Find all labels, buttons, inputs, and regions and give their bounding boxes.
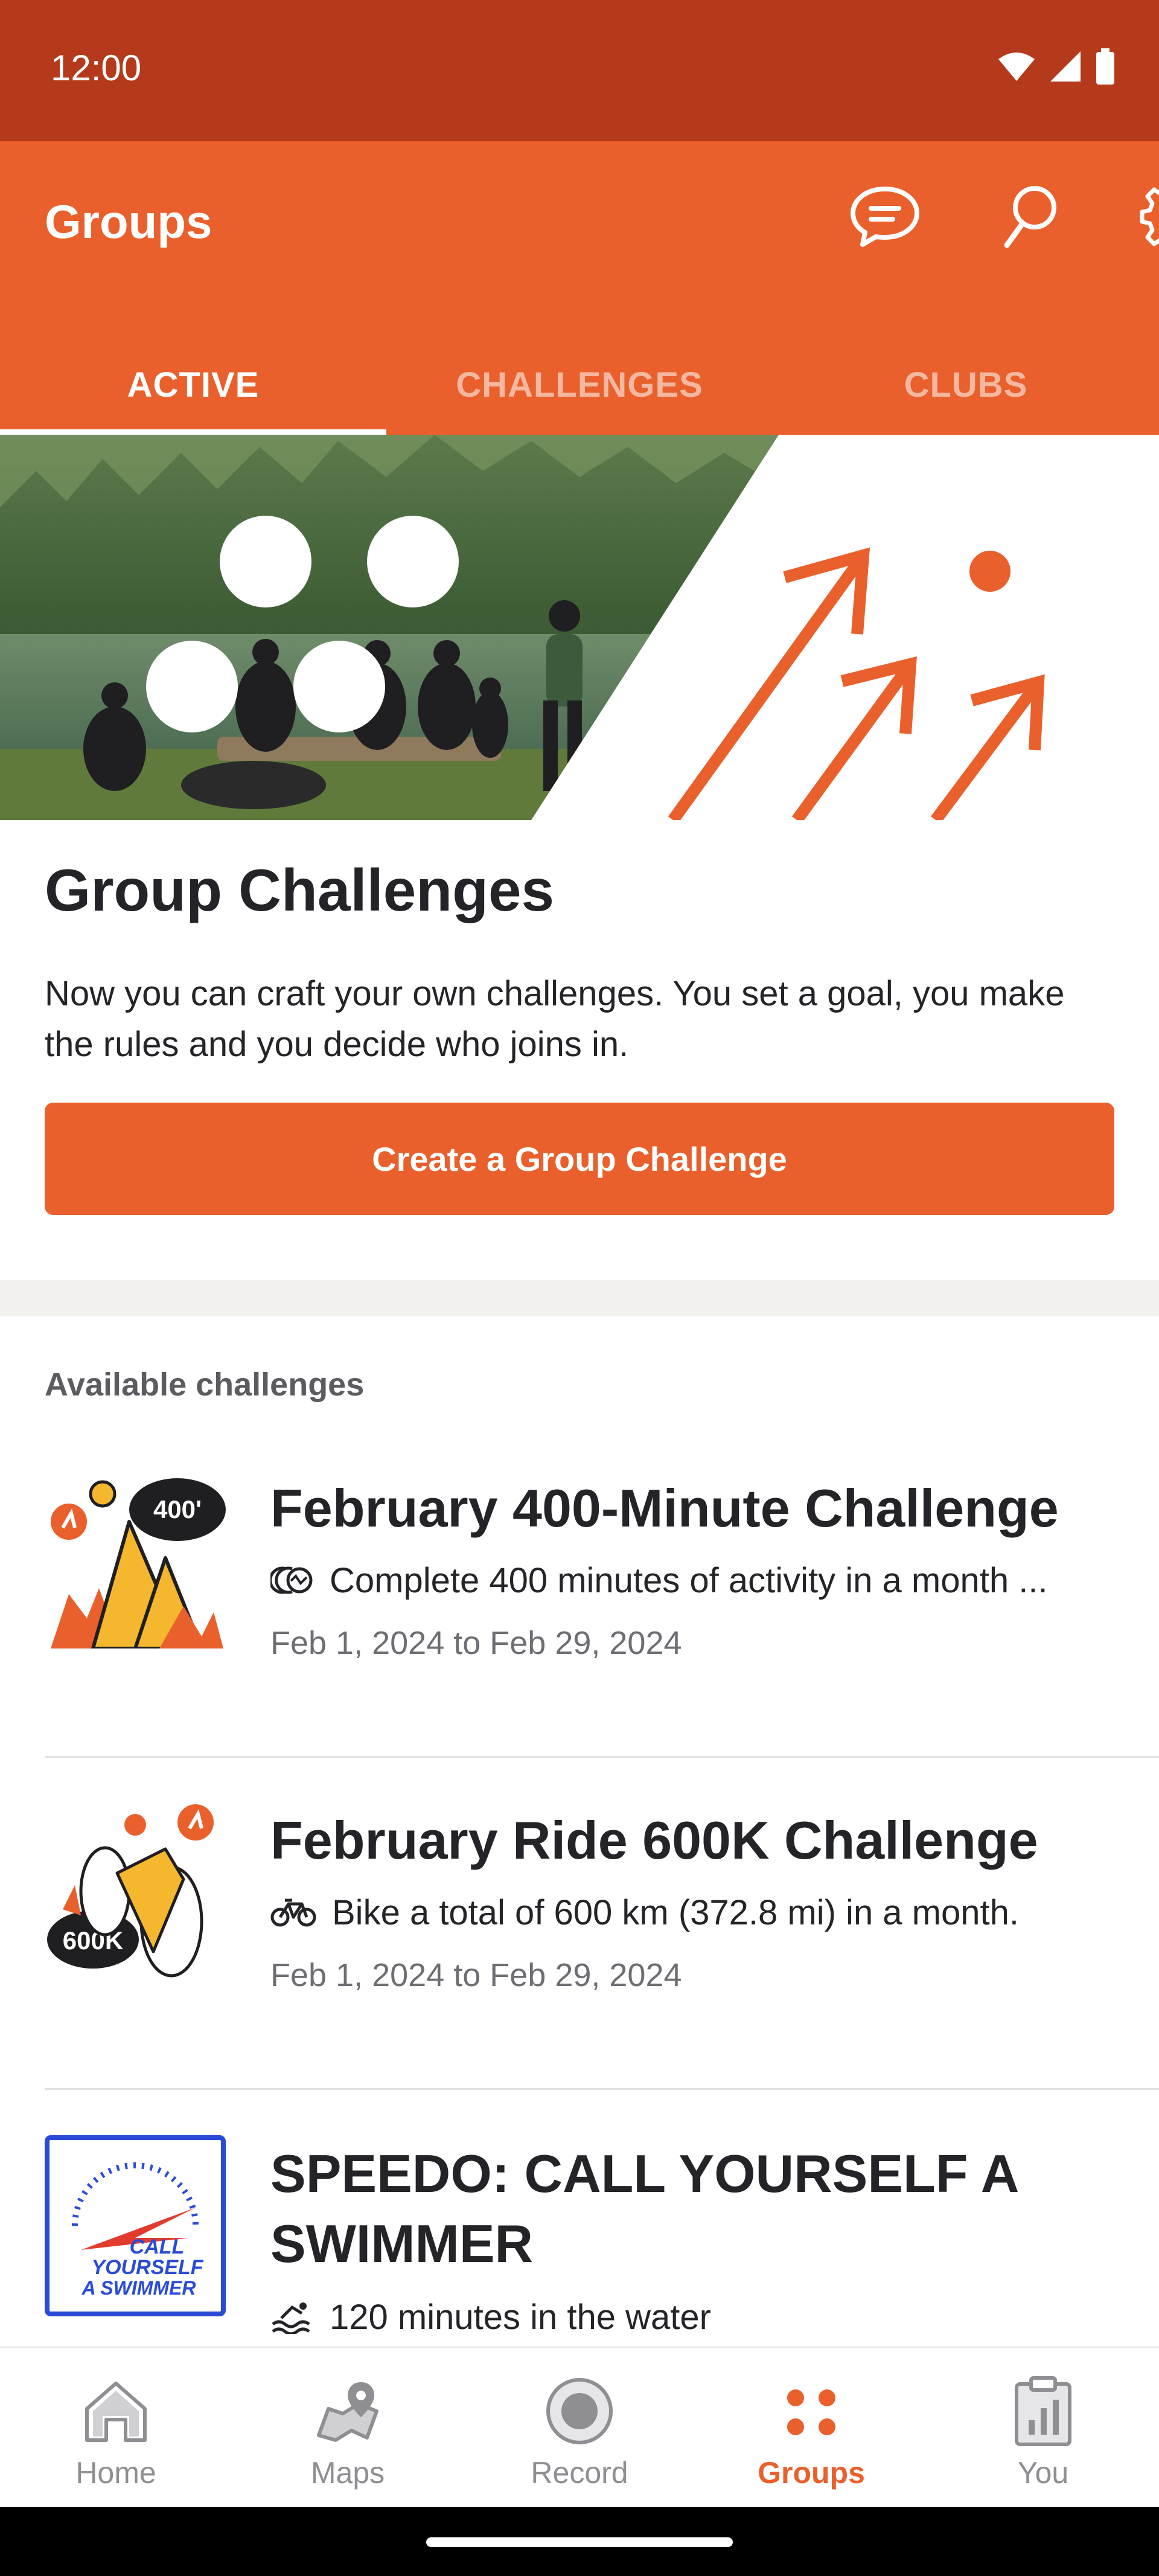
challenge-item[interactable]: 600K February Ride 600K Challenge Bike a… xyxy=(0,1781,1159,2089)
app-bar: Groups ACTIVE CHALLENGES CLUBS xyxy=(0,141,1159,435)
arrows-graphic xyxy=(668,547,1045,820)
nav-groups[interactable]: Groups xyxy=(695,2348,927,2508)
challenge-dates: Feb 1, 2024 to Feb 29, 2024 xyxy=(270,1957,682,1993)
challenge-detail: Complete 400 minutes of activity in a mo… xyxy=(270,1559,1048,1601)
challenge-name: SPEEDO: CALL YOURSELF A SWIMMER xyxy=(270,2144,1018,2273)
status-bar: 12:00 xyxy=(0,0,1159,141)
signal-icon xyxy=(1050,51,1081,82)
challenge-name: February 400-Minute Challenge xyxy=(270,1478,1059,1538)
swim-icon xyxy=(272,2302,310,2334)
gear-icon xyxy=(1140,187,1159,246)
tab-active[interactable]: ACTIVE xyxy=(0,335,386,435)
settings-button[interactable] xyxy=(1132,178,1159,256)
challenge-detail: 120 minutes in the water xyxy=(270,2296,711,2338)
messages-button[interactable] xyxy=(843,178,927,256)
badge-line-3: A SWIMMER xyxy=(81,2277,196,2299)
challenge-detail: Bike a total of 600 km (372.8 mi) in a m… xyxy=(270,1891,1019,1934)
groups-icon xyxy=(787,2389,835,2435)
nav-label: Home xyxy=(75,2456,156,2490)
challenge-dates: Feb 1, 2024 to Feb 29, 2024 xyxy=(270,1625,682,1661)
page-title: Groups xyxy=(45,195,212,248)
challenge-item[interactable]: CALL YOURSELF A SWIMMER SPEEDO: CALL YOU… xyxy=(0,2113,1159,2347)
bike-icon xyxy=(270,1898,316,1927)
search-button[interactable] xyxy=(988,178,1072,256)
challenge-detail-text: Bike a total of 600 km (372.8 mi) in a m… xyxy=(332,1892,1019,1932)
activity-icon xyxy=(270,1566,313,1594)
speedo-challenge-badge: CALL YOURSELF A SWIMMER xyxy=(45,2135,226,2316)
nav-label: Record xyxy=(531,2456,628,2490)
status-time: 12:00 xyxy=(51,48,142,88)
challenge-detail-text: 120 minutes in the water xyxy=(330,2297,711,2337)
battery-icon xyxy=(1096,48,1114,85)
tab-challenges[interactable]: CHALLENGES xyxy=(386,335,773,435)
bottom-navigation: Home Maps Record Groups You xyxy=(0,2347,1159,2507)
record-icon xyxy=(546,2378,613,2444)
nav-home[interactable]: Home xyxy=(0,2348,232,2508)
home-icon xyxy=(85,2382,147,2442)
nav-label: Maps xyxy=(310,2456,385,2490)
badge-line-2: YOURSELF xyxy=(91,2256,203,2279)
group-challenges-hero-image xyxy=(0,435,1159,820)
available-challenges-label: Available challenges xyxy=(45,1366,365,1403)
badge-text: 400' xyxy=(153,1495,202,1523)
wifi-icon xyxy=(998,53,1035,81)
create-group-challenge-button[interactable]: Create a Group Challenge xyxy=(45,1103,1114,1215)
tab-bar: ACTIVE CHALLENGES CLUBS xyxy=(0,335,1159,435)
section-separator xyxy=(0,1280,1159,1316)
challenge-ride-600k-badge: 600K xyxy=(47,1804,214,1978)
group-challenges-description: Now you can craft your own challenges. Y… xyxy=(45,974,1065,1064)
nav-label: Groups xyxy=(758,2456,865,2490)
challenge-name: February Ride 600K Challenge xyxy=(270,1810,1038,1870)
challenge-item[interactable]: 400' February 400-Minute Challenge Compl… xyxy=(0,1449,1159,1757)
system-icons xyxy=(997,48,1116,85)
system-gesture-bar xyxy=(0,2507,1159,2576)
chat-icon xyxy=(851,187,919,247)
challenge-detail-text: Complete 400 minutes of activity in a mo… xyxy=(330,1560,1048,1600)
badge-line-1: CALL xyxy=(130,2235,185,2258)
divider xyxy=(45,2088,1159,2090)
challenge-400-minute-badge: 400' xyxy=(51,1478,226,1648)
nav-label: You xyxy=(1017,2456,1069,2490)
nav-maps[interactable]: Maps xyxy=(232,2348,464,2508)
tab-clubs[interactable]: CLUBS xyxy=(773,335,1159,435)
divider xyxy=(45,1756,1159,1758)
nav-record[interactable]: Record xyxy=(464,2348,695,2508)
maps-icon xyxy=(317,2382,378,2442)
group-challenges-title: Group Challenges xyxy=(45,857,555,923)
you-icon xyxy=(1015,2376,1071,2446)
nav-you[interactable]: You xyxy=(927,2348,1159,2508)
home-gesture-handle[interactable] xyxy=(426,2537,733,2547)
group-photo xyxy=(0,435,779,820)
search-icon xyxy=(1004,186,1056,248)
